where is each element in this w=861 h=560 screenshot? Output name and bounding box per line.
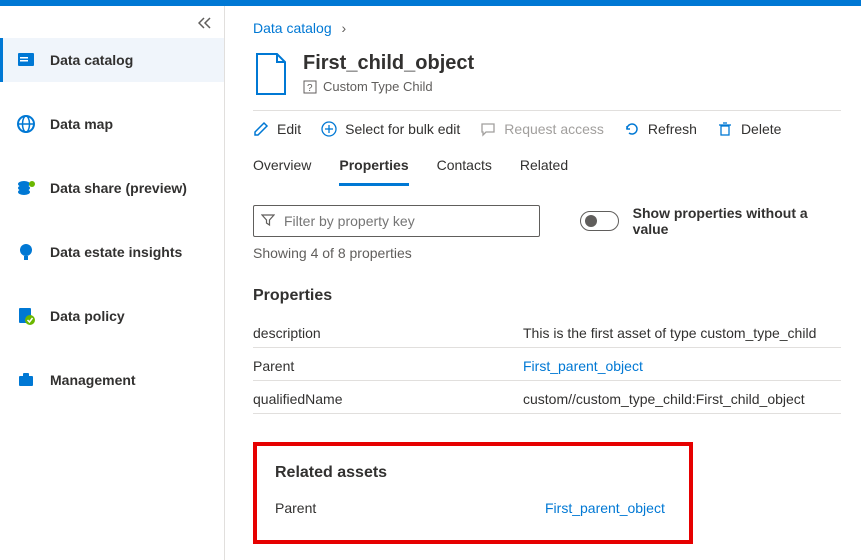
related-value-link[interactable]: First_parent_object — [545, 500, 665, 516]
request-access-button: Request access — [480, 121, 604, 137]
edit-icon — [253, 121, 269, 137]
toggle-wrap: Show properties without a value — [580, 205, 841, 237]
related-assets-highlight: Related assets Parent First_parent_objec… — [253, 442, 693, 544]
toggle-label: Show properties without a value — [633, 205, 841, 237]
related-key: Parent — [275, 500, 545, 516]
filter-icon — [261, 213, 275, 230]
tab-contacts[interactable]: Contacts — [437, 149, 492, 186]
toolbar: Edit Select for bulk edit Request access… — [253, 111, 841, 149]
sidebar-item-label: Data catalog — [50, 52, 133, 68]
sidebar-item-label: Data map — [50, 116, 113, 132]
property-value: This is the first asset of type custom_t… — [523, 325, 816, 341]
property-row: Parent First_parent_object — [253, 348, 841, 381]
delete-icon — [717, 121, 733, 137]
filter-input-wrap — [253, 205, 540, 237]
chevron-right-icon: › — [342, 20, 347, 36]
refresh-button[interactable]: Refresh — [624, 121, 697, 137]
delete-button[interactable]: Delete — [717, 121, 781, 137]
property-value: custom//custom_type_child:First_child_ob… — [523, 391, 805, 407]
tabs: Overview Properties Contacts Related — [253, 149, 841, 187]
show-empty-toggle[interactable] — [580, 211, 619, 231]
collapse-sidebar-icon[interactable] — [198, 16, 212, 32]
svg-text:?: ? — [307, 83, 313, 94]
tab-related[interactable]: Related — [520, 149, 568, 186]
asset-title: First_child_object — [303, 52, 474, 75]
sidebar: Data catalog Data map Data share (previe… — [0, 6, 225, 560]
tab-overview[interactable]: Overview — [253, 149, 311, 186]
property-key: description — [253, 325, 523, 341]
edit-button[interactable]: Edit — [253, 121, 301, 137]
sidebar-item-label: Data share (preview) — [50, 180, 187, 196]
property-value-link[interactable]: First_parent_object — [523, 358, 643, 374]
catalog-icon — [16, 50, 36, 70]
properties-heading: Properties — [253, 279, 841, 315]
showing-count: Showing 4 of 8 properties — [253, 245, 841, 279]
asset-header: First_child_object ? Custom Type Child — [253, 46, 841, 110]
breadcrumb-root[interactable]: Data catalog — [253, 20, 332, 36]
main-content: Data catalog › First_child_object ? Cust… — [225, 6, 861, 560]
insights-icon — [16, 242, 36, 262]
sidebar-item-data-policy[interactable]: Data policy — [0, 294, 224, 338]
subtype-icon: ? — [303, 80, 317, 94]
breadcrumb: Data catalog › — [253, 20, 841, 46]
sidebar-item-management[interactable]: Management — [0, 358, 224, 402]
policy-icon — [16, 306, 36, 326]
related-row: Parent First_parent_object — [275, 492, 673, 516]
asset-subtype: ? Custom Type Child — [303, 79, 474, 94]
property-row: description This is the first asset of t… — [253, 315, 841, 348]
sidebar-item-data-estate-insights[interactable]: Data estate insights — [0, 230, 224, 274]
file-icon — [253, 52, 289, 96]
filter-row: Show properties without a value — [253, 191, 841, 245]
properties-list: description This is the first asset of t… — [253, 315, 841, 414]
management-icon — [16, 370, 36, 390]
sidebar-item-label: Data estate insights — [50, 244, 182, 260]
refresh-icon — [624, 121, 640, 137]
map-icon — [16, 114, 36, 134]
share-icon — [16, 178, 36, 198]
sidebar-item-label: Management — [50, 372, 136, 388]
chat-icon — [480, 121, 496, 137]
property-key: Parent — [253, 358, 523, 374]
sidebar-item-data-share[interactable]: Data share (preview) — [0, 166, 224, 210]
select-bulk-button[interactable]: Select for bulk edit — [321, 121, 460, 137]
sidebar-item-data-catalog[interactable]: Data catalog — [0, 38, 224, 82]
plus-circle-icon — [321, 121, 337, 137]
property-key: qualifiedName — [253, 391, 523, 407]
related-assets-heading: Related assets — [275, 456, 673, 492]
tab-properties[interactable]: Properties — [339, 149, 408, 186]
sidebar-item-label: Data policy — [50, 308, 125, 324]
property-row: qualifiedName custom//custom_type_child:… — [253, 381, 841, 414]
filter-input[interactable] — [253, 205, 540, 237]
sidebar-item-data-map[interactable]: Data map — [0, 102, 224, 146]
